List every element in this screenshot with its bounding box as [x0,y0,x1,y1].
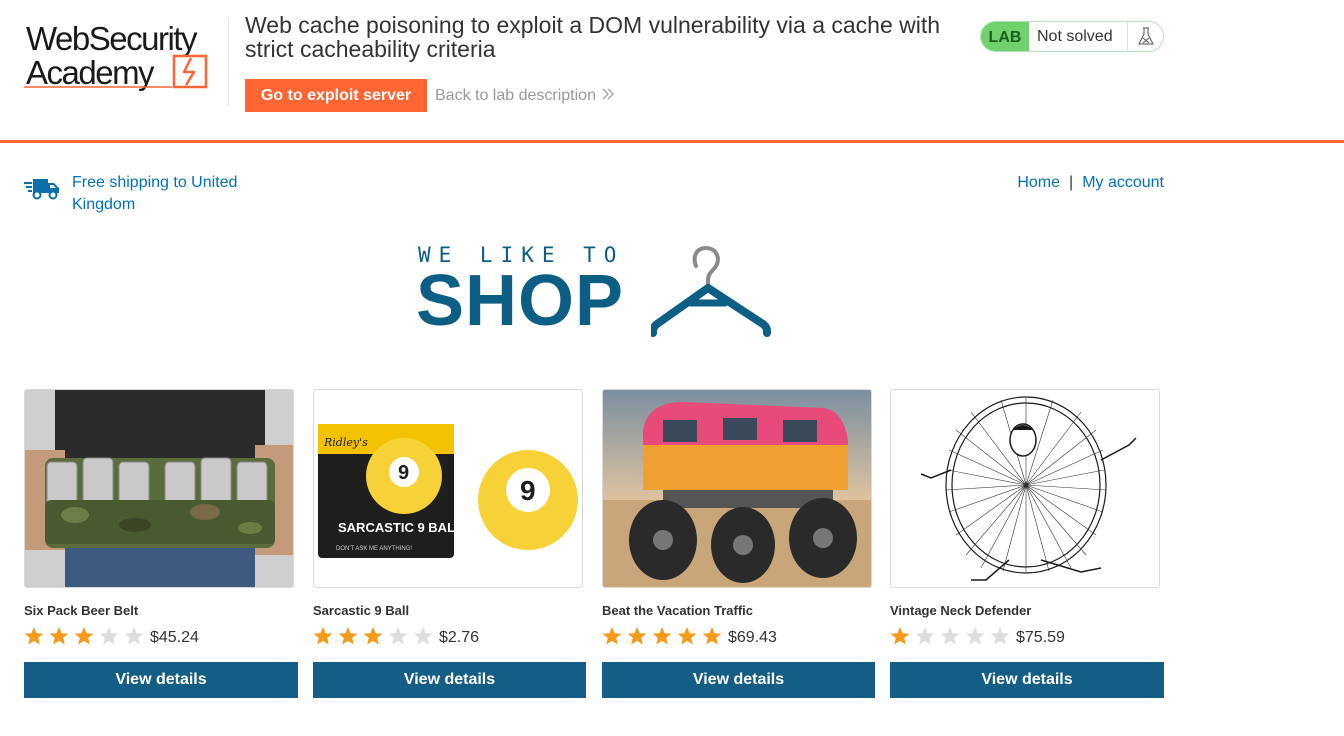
delivery-truck-icon [24,176,60,205]
svg-text:9: 9 [520,475,536,506]
back-link-label: Back to lab description [435,87,596,104]
star-rating-icon [602,626,727,648]
star-rating-icon [890,626,1015,648]
home-link[interactable]: Home [1017,174,1060,191]
product-card: Beat the Vacation Traffic $69.43 View de… [602,389,876,698]
product-price: $69.43 [728,629,777,646]
academy-header: WebSecurity Academy Web cache poisoning … [0,0,1344,143]
svg-text:SARCASTIC 9 BALL: SARCASTIC 9 BALL [338,520,463,535]
product-image-neck-defender [890,389,1160,588]
shipping-text: Free shipping to United Kingdom [72,174,238,213]
product-rating: $2.76 [313,626,587,648]
product-name: Beat the Vacation Traffic [602,603,753,618]
hanger-icon [649,245,771,342]
product-image-beer-belt [24,389,294,588]
star-filled-icon [363,627,383,645]
star-filled-icon [313,627,333,645]
product-image-monster-van [602,389,872,588]
star-empty-icon [965,627,985,645]
star-filled-icon [74,627,94,645]
star-empty-icon [124,627,144,645]
star-empty-icon [940,627,960,645]
star-rating-icon [24,626,149,648]
product-image-sarcastic-9-ball: Ridley's 9 SARCASTIC 9 BALL DON'T ASK ME… [313,389,583,588]
star-empty-icon [990,627,1010,645]
product-rating: $45.24 [24,626,298,648]
product-price: $45.24 [150,629,199,646]
header-divider [228,18,229,107]
product-rating: $69.43 [602,626,876,648]
product-name: Vintage Neck Defender [890,603,1032,618]
star-filled-icon [338,627,358,645]
svg-text:WebSecurity: WebSecurity [26,20,198,57]
product-card: Six Pack Beer Belt $45.24 View details [24,389,298,698]
top-nav-links: Home | My account [1017,172,1164,194]
star-filled-icon [24,627,44,645]
view-details-button[interactable]: View details [602,662,875,698]
banner-headline: SHOP [416,261,625,341]
product-name: Six Pack Beer Belt [24,603,139,618]
lab-status-badge: LAB [981,22,1029,51]
product-name: Sarcastic 9 Ball [313,603,410,618]
star-empty-icon [915,627,935,645]
nav-separator: | [1069,174,1074,191]
star-empty-icon [388,627,408,645]
lab-status-text: Not solved [1037,28,1113,45]
star-empty-icon [413,627,433,645]
star-rating-icon [313,626,438,648]
product-card: Vintage Neck Defender $75.59 View detail… [890,389,1164,698]
star-filled-icon [627,627,647,645]
web-security-academy-logo[interactable]: WebSecurity Academy [24,18,226,92]
star-filled-icon [652,627,672,645]
product-rating: $75.59 [890,626,1164,648]
lab-status-widget: LAB Not solved [980,21,1164,52]
flask-icon [1127,22,1163,51]
view-details-button[interactable]: View details [890,662,1164,698]
svg-text:DON'T ASK ME ANYTHING!: DON'T ASK ME ANYTHING! [336,546,412,552]
product-card: Ridley's 9 SARCASTIC 9 BALL DON'T ASK ME… [313,389,587,698]
product-price: $2.76 [439,629,480,646]
go-to-exploit-server-button[interactable]: Go to exploit server [245,79,427,112]
view-details-button[interactable]: View details [24,662,298,698]
star-filled-icon [602,627,622,645]
svg-text:9: 9 [398,462,409,484]
my-account-link[interactable]: My account [1082,174,1164,191]
star-filled-icon [49,627,69,645]
star-filled-icon [890,627,910,645]
view-details-button[interactable]: View details [313,662,586,698]
double-chevron-right-icon [602,87,615,106]
svg-text:Academy: Academy [26,54,155,91]
star-empty-icon [99,627,119,645]
shop-banner: WE LIKE TO SHOP [416,244,771,341]
star-filled-icon [677,627,697,645]
star-filled-icon [702,627,722,645]
svg-text:Ridley's: Ridley's [323,436,368,449]
lab-title: Web cache poisoning to exploit a DOM vul… [245,12,941,62]
back-to-lab-description-link[interactable]: Back to lab description [435,87,615,106]
product-price: $75.59 [1016,629,1065,646]
